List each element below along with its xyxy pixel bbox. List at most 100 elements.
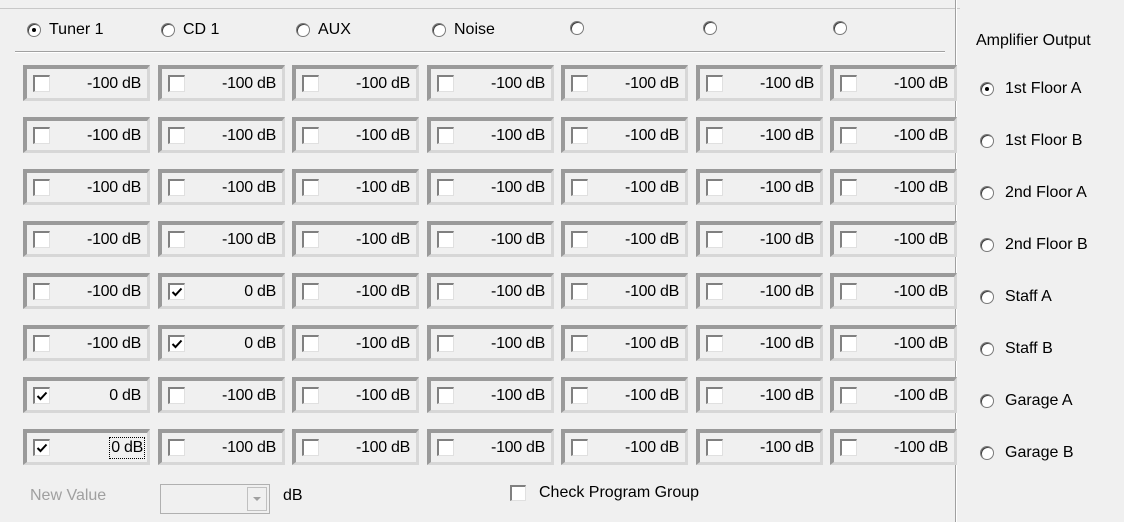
checkbox[interactable]: [168, 387, 185, 404]
amplifier-output-radio[interactable]: Garage B: [980, 444, 1073, 462]
matrix-cell[interactable]: -100 dB: [830, 221, 957, 257]
matrix-cell[interactable]: -100 dB: [292, 221, 419, 257]
checkbox[interactable]: [302, 231, 319, 248]
matrix-cell[interactable]: -100 dB: [696, 169, 823, 205]
checkbox[interactable]: [706, 387, 723, 404]
checkbox[interactable]: [840, 335, 857, 352]
checkbox[interactable]: [168, 439, 185, 456]
matrix-cell[interactable]: -100 dB: [292, 117, 419, 153]
matrix-cell[interactable]: -100 dB: [696, 65, 823, 101]
matrix-cell[interactable]: -100 dB: [292, 325, 419, 361]
matrix-cell[interactable]: -100 dB: [23, 325, 150, 361]
matrix-cell[interactable]: -100 dB: [427, 325, 554, 361]
checkbox[interactable]: [706, 283, 723, 300]
checkbox-checked[interactable]: [168, 283, 185, 300]
radio-icon[interactable]: [570, 21, 584, 35]
checkbox[interactable]: [302, 127, 319, 144]
checkbox[interactable]: [168, 231, 185, 248]
matrix-cell[interactable]: -100 dB: [830, 377, 957, 413]
amplifier-output-radio[interactable]: Staff B: [980, 340, 1053, 358]
matrix-cell[interactable]: -100 dB: [427, 273, 554, 309]
checkbox[interactable]: [840, 179, 857, 196]
radio-icon[interactable]: [432, 23, 446, 37]
matrix-cell[interactable]: -100 dB: [292, 273, 419, 309]
checkbox[interactable]: [437, 231, 454, 248]
checkbox[interactable]: [33, 335, 50, 352]
checkbox[interactable]: [571, 127, 588, 144]
matrix-cell[interactable]: -100 dB: [696, 377, 823, 413]
checkbox[interactable]: [437, 283, 454, 300]
matrix-cell[interactable]: -100 dB: [561, 273, 688, 309]
checkbox[interactable]: [437, 335, 454, 352]
radio-icon[interactable]: [980, 446, 994, 460]
matrix-cell[interactable]: -100 dB: [561, 169, 688, 205]
matrix-cell[interactable]: -100 dB: [158, 377, 285, 413]
source-radio-1[interactable]: Tuner 1: [27, 21, 104, 39]
checkbox[interactable]: [168, 75, 185, 92]
checkbox[interactable]: [33, 283, 50, 300]
checkbox[interactable]: [302, 283, 319, 300]
matrix-cell[interactable]: -100 dB: [292, 377, 419, 413]
source-radio-6[interactable]: [703, 21, 725, 35]
checkbox[interactable]: [571, 387, 588, 404]
matrix-cell[interactable]: -100 dB: [561, 221, 688, 257]
matrix-cell[interactable]: 0 dB: [158, 325, 285, 361]
matrix-cell[interactable]: -100 dB: [561, 117, 688, 153]
checkbox[interactable]: [33, 127, 50, 144]
matrix-cell[interactable]: -100 dB: [830, 117, 957, 153]
matrix-cell[interactable]: -100 dB: [561, 429, 688, 465]
checkbox[interactable]: [302, 179, 319, 196]
matrix-cell[interactable]: 0 dB: [158, 273, 285, 309]
matrix-cell[interactable]: -100 dB: [427, 221, 554, 257]
checkbox[interactable]: [840, 231, 857, 248]
checkbox[interactable]: [571, 179, 588, 196]
radio-icon[interactable]: [161, 23, 175, 37]
matrix-cell[interactable]: -100 dB: [158, 117, 285, 153]
checkbox[interactable]: [840, 75, 857, 92]
checkbox[interactable]: [571, 439, 588, 456]
source-radio-7[interactable]: [833, 21, 855, 35]
source-radio-5[interactable]: [570, 21, 592, 35]
checkbox-checked[interactable]: [33, 439, 50, 456]
checkbox[interactable]: [437, 179, 454, 196]
check-program-group-checkbox[interactable]: Check Program Group: [510, 484, 699, 502]
checkbox[interactable]: [437, 75, 454, 92]
checkbox[interactable]: [840, 127, 857, 144]
checkbox[interactable]: [33, 231, 50, 248]
radio-icon[interactable]: [980, 186, 994, 200]
checkbox[interactable]: [33, 75, 50, 92]
combobox-dropdown-button[interactable]: [247, 487, 267, 511]
matrix-cell[interactable]: -100 dB: [427, 429, 554, 465]
matrix-cell[interactable]: -100 dB: [23, 221, 150, 257]
matrix-cell[interactable]: 0 dB: [23, 377, 150, 413]
matrix-cell[interactable]: -100 dB: [158, 429, 285, 465]
checkbox[interactable]: [706, 231, 723, 248]
matrix-cell[interactable]: -100 dB: [696, 117, 823, 153]
matrix-cell[interactable]: -100 dB: [427, 65, 554, 101]
checkbox[interactable]: [840, 439, 857, 456]
radio-icon[interactable]: [980, 394, 994, 408]
matrix-cell[interactable]: -100 dB: [830, 325, 957, 361]
matrix-cell[interactable]: -100 dB: [23, 273, 150, 309]
radio-icon[interactable]: [980, 238, 994, 252]
amplifier-output-radio[interactable]: 1st Floor A: [980, 80, 1081, 98]
checkbox[interactable]: [571, 283, 588, 300]
matrix-cell[interactable]: -100 dB: [696, 325, 823, 361]
checkbox[interactable]: [571, 75, 588, 92]
matrix-cell[interactable]: -100 dB: [292, 65, 419, 101]
amplifier-output-radio[interactable]: 1st Floor B: [980, 132, 1082, 150]
matrix-cell[interactable]: -100 dB: [158, 65, 285, 101]
matrix-cell[interactable]: -100 dB: [292, 429, 419, 465]
checkbox[interactable]: [571, 231, 588, 248]
radio-selected-icon[interactable]: [980, 82, 994, 96]
matrix-cell[interactable]: -100 dB: [158, 169, 285, 205]
radio-icon[interactable]: [980, 342, 994, 356]
source-radio-3[interactable]: AUX: [296, 21, 351, 39]
checkbox-checked[interactable]: [168, 335, 185, 352]
checkbox[interactable]: [33, 179, 50, 196]
checkbox[interactable]: [302, 439, 319, 456]
matrix-cell[interactable]: -100 dB: [292, 169, 419, 205]
radio-icon[interactable]: [703, 21, 717, 35]
radio-selected-icon[interactable]: [27, 23, 41, 37]
matrix-cell[interactable]: -100 dB: [830, 65, 957, 101]
